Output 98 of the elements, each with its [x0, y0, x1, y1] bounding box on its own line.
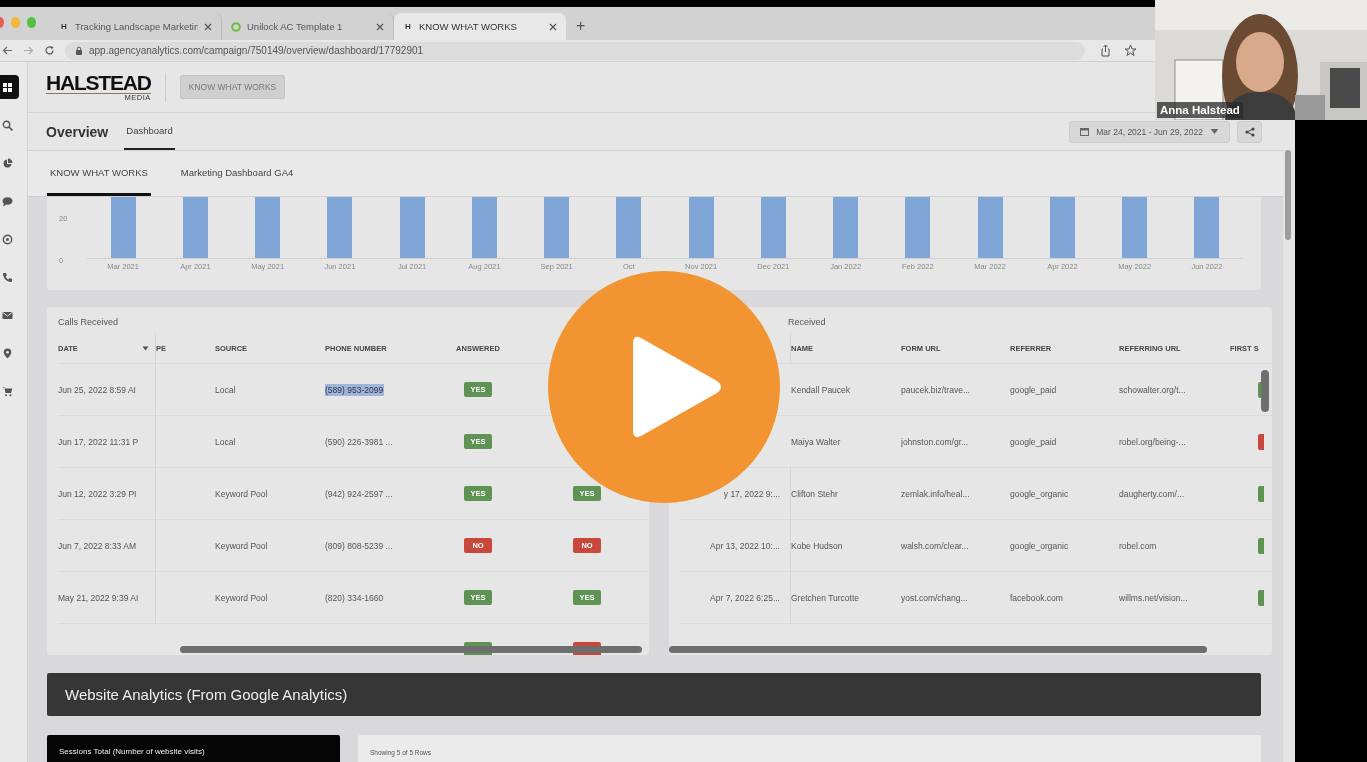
- table-cell: (942) 924-2597 ...: [325, 488, 393, 499]
- chart-bar: [977, 197, 1003, 258]
- table-cell: Apr 7, 2022 6:25...: [710, 592, 780, 603]
- scrollbar[interactable]: [180, 646, 642, 653]
- star-icon[interactable]: [1124, 44, 1137, 57]
- table-cell: (809) 808-5239 ...: [325, 540, 393, 551]
- section-banner: Website Analytics (From Google Analytics): [47, 673, 1261, 716]
- caret-icon: [1210, 127, 1219, 136]
- chart-bar: [1049, 197, 1075, 258]
- chart-bar: [833, 197, 859, 258]
- map-pin-icon[interactable]: [2, 347, 13, 359]
- tab-title: Tracking Landscape Marketin: [75, 21, 198, 32]
- chart-bar: [688, 197, 714, 258]
- back-icon[interactable]: [2, 45, 13, 56]
- favicon: H: [404, 22, 412, 31]
- table-cell: Jun 17, 2022 11:31 P: [58, 436, 139, 447]
- table-cell: Clifton Stehr: [791, 488, 838, 499]
- chart-bar: [471, 197, 497, 258]
- chart-bar: [1194, 197, 1220, 258]
- new-tab-button[interactable]: +: [576, 17, 586, 35]
- page-title: Overview: [46, 123, 109, 140]
- date-range-button[interactable]: Mar 24, 2021 - Jun 29, 2022: [1069, 120, 1230, 143]
- card-title: Sessions Total (Number of website visits): [59, 747, 205, 756]
- table-cell: Local: [215, 436, 236, 447]
- chart-bar: [399, 197, 425, 258]
- table-cell: Maiya Walter: [791, 436, 841, 447]
- table-cell: robel.com: [1119, 540, 1157, 551]
- table-cell: schowalter.org/t...: [1119, 384, 1186, 395]
- chart-bar: [616, 197, 642, 258]
- table-cell: Keyword Pool: [215, 488, 268, 499]
- phone-icon[interactable]: [2, 271, 13, 283]
- table-cell: Keyword Pool: [215, 592, 268, 603]
- table-cell: Jun 25, 2022 8:59 AI: [58, 384, 136, 395]
- chart-bar: [760, 197, 786, 258]
- tab-title: KNOW WHAT WORKS: [419, 21, 518, 32]
- table-cell: (820) 334-1660: [325, 592, 384, 603]
- share-icon: [1244, 126, 1255, 137]
- card-title: Calls Received: [58, 317, 120, 329]
- scrollbar[interactable]: [669, 646, 1207, 653]
- ring-icon[interactable]: [2, 233, 13, 245]
- table-cell: daugherty.com/...: [1119, 488, 1185, 499]
- table-cell: google_organic: [1010, 488, 1069, 499]
- close-icon[interactable]: [376, 22, 384, 31]
- chart-bar: [327, 197, 353, 258]
- chart-bar: [255, 197, 281, 258]
- logo: HALSTEAD: [46, 72, 151, 94]
- report-tab[interactable]: Marketing Dashboard GA4: [177, 151, 297, 196]
- table-cell: Kendall Paucek: [791, 384, 851, 395]
- chat-icon[interactable]: [2, 195, 13, 207]
- table-cell: willms.net/vision...: [1119, 592, 1188, 603]
- table-cell: facebook.com: [1010, 592, 1063, 603]
- chart-bar: [182, 197, 208, 258]
- table-cell: google_paid: [1010, 384, 1057, 395]
- tab-title: Unilock AC Template 1: [247, 21, 344, 32]
- table-cell: y 17, 2022 9:...: [723, 488, 780, 499]
- table-cell: google_organic: [1010, 540, 1069, 551]
- chart-bar: [905, 197, 931, 258]
- chart-bar: [544, 197, 570, 258]
- table-cell: johnston.com/gr...: [901, 436, 969, 447]
- table-cell: Kobe Hudson: [791, 540, 843, 551]
- table-cell: walsh.com/clear...: [901, 540, 969, 551]
- grid-icon[interactable]: [2, 81, 13, 93]
- table-cell: robel.org/being-...: [1119, 436, 1186, 447]
- sort-caret-icon: [142, 345, 149, 351]
- favicon: H: [60, 22, 68, 31]
- table-cell: google_paid: [1010, 436, 1057, 447]
- table-cell: Local: [215, 384, 236, 395]
- participant-name: Anna Halstead: [1157, 102, 1243, 118]
- calendar-icon: [1080, 127, 1090, 136]
- address-field[interactable]: app.agencyanalytics.com/campaign/750149/overview/dashboard/17792901: [65, 41, 1085, 60]
- share-button[interactable]: [1237, 120, 1262, 143]
- table-cell: yost.com/chang...: [901, 592, 968, 603]
- close-icon[interactable]: [549, 22, 557, 31]
- card-title: Received: [788, 317, 826, 327]
- browser-tab[interactable]: H KNOW WHAT WORKS: [394, 13, 566, 40]
- reload-icon[interactable]: [44, 45, 55, 56]
- table-cell: (590) 226-3981 ...: [325, 436, 393, 447]
- lock-icon: [75, 46, 83, 55]
- table-cell: Jun 7, 2022 8:33 AM: [58, 540, 136, 551]
- table-cell: Gretchen Turcotte: [791, 592, 860, 603]
- chart-bar: [1122, 197, 1148, 258]
- scrollbar[interactable]: [1261, 370, 1269, 412]
- table-cell: (589) 953-2099: [325, 384, 384, 395]
- search-icon[interactable]: [2, 119, 13, 131]
- table-cell: zemlak.info/heal...: [901, 488, 970, 499]
- table-cell: May 21, 2022 9:39 AI: [58, 592, 139, 603]
- pie-chart-icon[interactable]: [2, 157, 13, 169]
- share-icon[interactable]: [1099, 44, 1112, 57]
- mail-icon[interactable]: [2, 309, 13, 321]
- table-cell: Apr 13, 2022 10:...: [710, 540, 780, 551]
- table-cell: paucek.biz/trave...: [901, 384, 970, 395]
- scrollbar[interactable]: [1285, 150, 1291, 240]
- table-cell: Jun 12, 2022 3:29 PI: [58, 488, 137, 499]
- close-icon[interactable]: [204, 22, 212, 31]
- table-cell: Keyword Pool: [215, 540, 268, 551]
- favicon-icon: [231, 21, 241, 32]
- chart-bar: [110, 197, 136, 258]
- cart-icon[interactable]: [2, 385, 13, 397]
